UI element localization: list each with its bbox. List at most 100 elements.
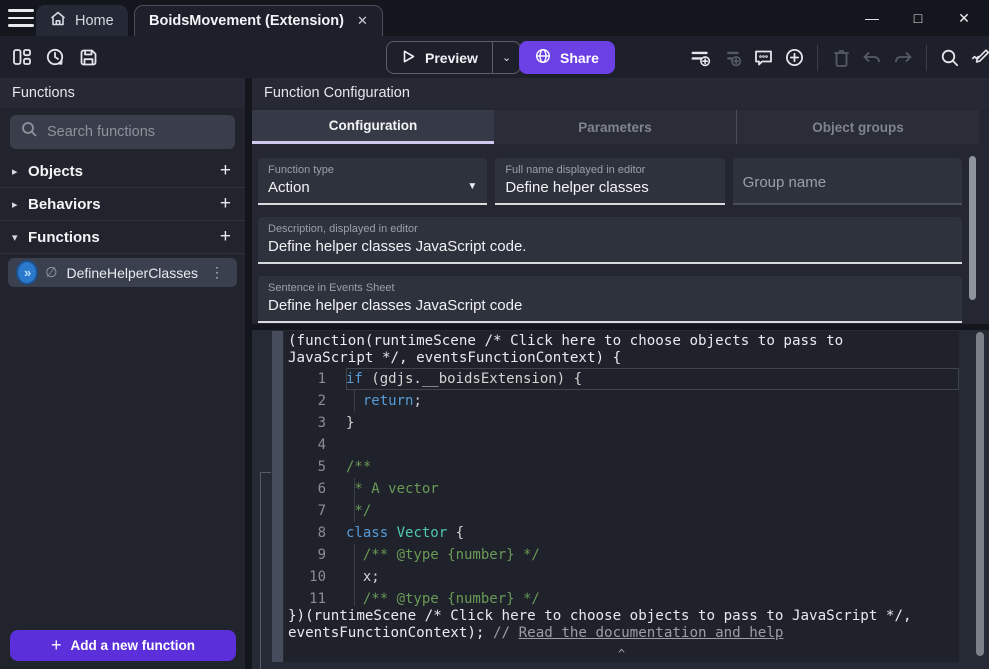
code-text: }: [346, 412, 959, 434]
sidebar-item-objects[interactable]: ▸ Objects +: [0, 155, 245, 188]
code-line[interactable]: 7 */: [284, 500, 959, 522]
sidebar-header: Functions: [0, 78, 245, 108]
line-number: 8: [284, 525, 346, 541]
code-text: /** @type {number} */: [346, 544, 959, 566]
search-icon[interactable]: [939, 47, 961, 69]
code-header-line: JavaScript */, eventsFunctionContext) {: [284, 350, 959, 367]
sidebar-item-behaviors[interactable]: ▸ Behaviors +: [0, 188, 245, 221]
add-new-function-button[interactable]: + Add a new function: [10, 630, 236, 661]
save-icon[interactable]: [77, 46, 99, 68]
code-line[interactable]: 4: [284, 434, 959, 456]
field-label: Description, displayed in editor: [268, 223, 952, 235]
tab-object-groups[interactable]: Object groups: [736, 110, 979, 144]
description-value: Define helper classes JavaScript code.: [268, 238, 952, 255]
line-number: 7: [284, 503, 346, 519]
subevent-bracket: [260, 472, 271, 473]
add-circle-icon[interactable]: [783, 47, 805, 69]
full-name-field[interactable]: Full name displayed in editor Define hel…: [495, 158, 724, 205]
code-line[interactable]: 11 /** @type {number} */: [284, 588, 959, 606]
add-behavior-button[interactable]: +: [218, 193, 233, 215]
history-icon[interactable]: [44, 46, 66, 68]
tab-home[interactable]: Home: [36, 5, 128, 36]
sidebar-item-functions[interactable]: ▾ Functions +: [0, 221, 245, 254]
function-type-select[interactable]: Function type ▼Action: [258, 158, 487, 205]
field-label: Sentence in Events Sheet: [268, 282, 952, 294]
event-drag-handle[interactable]: [272, 331, 283, 662]
events-scrollbar[interactable]: [976, 332, 984, 656]
documentation-link[interactable]: Read the documentation and help: [519, 625, 784, 641]
chevron-down-icon[interactable]: ⌄: [493, 51, 520, 64]
project-manager-icon[interactable]: [11, 46, 33, 68]
code-line[interactable]: 10 x;: [284, 566, 959, 588]
events-sheet: (function(runtimeScene /* Click here to …: [252, 330, 989, 669]
chevron-right-icon: ▸: [12, 165, 28, 178]
add-function-label: Add a new function: [71, 638, 196, 653]
tab-home-label: Home: [75, 13, 114, 29]
window-maximize-button[interactable]: □: [908, 8, 928, 28]
code-header[interactable]: (function(runtimeScene /* Click here to …: [284, 331, 959, 366]
kebab-menu-icon[interactable]: ⋮: [207, 264, 227, 281]
function-type-value: Action: [268, 179, 310, 196]
search-input[interactable]: [47, 124, 217, 140]
javascript-code-event[interactable]: (function(runtimeScene /* Click here to …: [284, 331, 959, 662]
scroll-hint-caret: ^: [284, 647, 959, 661]
group-name-field[interactable]: Group name: [733, 158, 962, 205]
search-functions-input[interactable]: [10, 115, 235, 149]
preview-button[interactable]: Preview ⌄: [386, 41, 521, 74]
add-subevent-icon[interactable]: [721, 47, 743, 69]
window-close-button[interactable]: ✕: [954, 8, 974, 28]
undo-icon[interactable]: [861, 47, 883, 69]
home-icon: [50, 11, 66, 30]
sentence-field[interactable]: Sentence in Events Sheet Define helper c…: [258, 276, 962, 323]
code-text: class Vector {: [346, 522, 959, 544]
window-minimize-button[interactable]: —: [862, 8, 882, 28]
description-field[interactable]: Description, displayed in editor Define …: [258, 217, 962, 264]
tree-label: Behaviors: [28, 196, 218, 213]
add-comment-icon[interactable]: [752, 47, 774, 69]
share-label: Share: [560, 50, 599, 66]
code-lines[interactable]: 1if (gdjs.__boidsExtension) {2 return;3}…: [284, 368, 959, 606]
preview-label: Preview: [425, 50, 478, 66]
code-footer-line: })(runtimeScene /* Click here to choose …: [284, 608, 959, 625]
function-item-definehelperclasses[interactable]: » ∅ DefineHelperClasses ⋮: [8, 258, 237, 287]
toolbar-divider: [817, 45, 818, 71]
line-number: 9: [284, 547, 346, 563]
line-number: 6: [284, 481, 346, 497]
code-text: return;: [346, 390, 959, 412]
code-text: [346, 434, 959, 456]
line-number: 11: [284, 591, 346, 606]
redo-icon[interactable]: [892, 47, 914, 69]
code-footer-line: eventsFunctionContext); // Read the docu…: [284, 625, 959, 642]
line-number: 2: [284, 393, 346, 409]
tab-boidsmovement[interactable]: BoidsMovement (Extension) ✕: [134, 5, 383, 36]
tab-close-icon[interactable]: ✕: [357, 13, 368, 29]
code-line[interactable]: 6 * A vector: [284, 478, 959, 500]
hamburger-menu-icon[interactable]: [8, 9, 34, 27]
play-icon: [401, 49, 416, 67]
code-footer: })(runtimeScene /* Click here to choose …: [284, 608, 959, 641]
add-object-button[interactable]: +: [218, 160, 233, 182]
tab-parameters[interactable]: Parameters: [494, 110, 736, 144]
config-panel-header: Function Configuration: [252, 78, 989, 108]
add-event-icon[interactable]: [690, 47, 712, 69]
code-line[interactable]: 5/**: [284, 456, 959, 478]
tree-label: Objects: [28, 163, 218, 180]
code-line[interactable]: 1if (gdjs.__boidsExtension) {: [284, 368, 959, 390]
function-configuration-panel: Function Configuration Configuration Par…: [252, 78, 989, 324]
function-item-label: DefineHelperClasses: [66, 265, 198, 281]
trash-icon[interactable]: [830, 47, 852, 69]
config-scrollbar[interactable]: [969, 156, 976, 300]
share-button[interactable]: Share: [519, 41, 615, 74]
code-line[interactable]: 8class Vector {: [284, 522, 959, 544]
sentence-value: Define helper classes JavaScript code: [268, 297, 952, 314]
code-line[interactable]: 3}: [284, 412, 959, 434]
line-number: 3: [284, 415, 346, 431]
plus-icon: +: [51, 635, 62, 656]
add-function-tree-button[interactable]: +: [218, 226, 233, 248]
chevron-right-icon: ▸: [12, 198, 28, 211]
code-text: */: [346, 500, 959, 522]
code-line[interactable]: 2 return;: [284, 390, 959, 412]
tab-configuration[interactable]: Configuration: [252, 110, 494, 144]
code-line[interactable]: 9 /** @type {number} */: [284, 544, 959, 566]
edit-pencil-icon[interactable]: [970, 47, 989, 69]
